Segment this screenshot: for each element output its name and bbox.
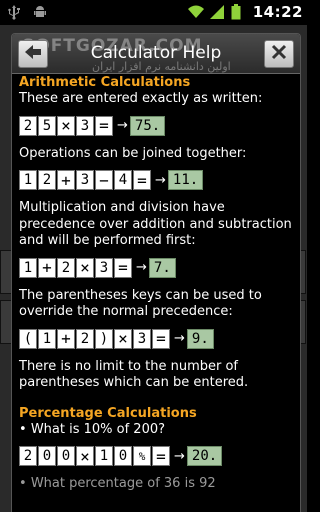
question-2-text: What percentage of 36 is 92	[30, 476, 216, 491]
example-4: ( 1 + 2 ) × 3 = → 9.	[19, 328, 299, 350]
key-glyph: 0	[57, 446, 75, 466]
usb-icon	[6, 4, 22, 20]
wifi-icon	[187, 4, 204, 20]
question-1-text: What is 10% of 200?	[30, 421, 166, 437]
key-glyph: 2	[19, 446, 37, 466]
signal-icon	[209, 4, 225, 20]
key-glyph: 1	[19, 257, 37, 278]
example-3: 1 + 2 × 3 = → 7.	[19, 257, 299, 279]
key-glyph: ×	[76, 446, 94, 466]
arrow-right-icon: →	[117, 118, 128, 133]
arithmetic-intro: These are entered exactly as written:	[19, 91, 263, 106]
result-display: 20.	[186, 446, 223, 466]
key-glyph: +	[57, 328, 75, 349]
bullet-icon: •	[19, 421, 27, 437]
result-display: 7.	[148, 257, 176, 278]
arrow-right-icon: →	[155, 172, 166, 188]
android-debug-icon	[32, 4, 48, 20]
key-glyph: =	[152, 446, 170, 466]
clock: 14:22	[252, 3, 303, 21]
help-content: Arithmetic Calculations These are entere…	[19, 75, 299, 493]
status-bar: 14:22	[0, 0, 307, 25]
key-glyph: =	[114, 257, 132, 278]
example-5: 2 0 0 × 1 0 % = → 20.	[19, 445, 299, 467]
precedence-text: Multiplication and division have precede…	[19, 200, 292, 248]
key-glyph: +	[38, 257, 56, 278]
key-glyph: =	[152, 328, 170, 349]
key-glyph: ×	[114, 328, 132, 349]
key-glyph: 3	[76, 115, 94, 136]
dialog-title: Calculator Help	[90, 43, 222, 63]
key-glyph: (	[19, 328, 37, 349]
arrow-right-icon: →	[136, 260, 147, 275]
key-glyph: 0	[38, 446, 56, 466]
key-glyph: 1	[19, 170, 37, 190]
help-dialog: SOFTGOZAR.COM اولین دانشنامه نرم افزار ا…	[11, 33, 301, 512]
result-display: 75.	[129, 115, 166, 136]
key-glyph: 3	[76, 170, 94, 190]
key-glyph: −	[95, 170, 113, 190]
parentheses-text: The parentheses keys can be used to over…	[19, 287, 262, 320]
dialog-header: SOFTGOZAR.COM اولین دانشنامه نرم افزار ا…	[12, 34, 300, 74]
key-glyph: 2	[57, 257, 75, 278]
key-glyph: +	[57, 170, 75, 190]
key-glyph: 4	[114, 170, 132, 190]
example-1: 2 5 × 3 = → 75.	[19, 115, 299, 137]
key-glyph: 3	[95, 257, 113, 278]
key-glyph: 1	[95, 446, 113, 466]
close-icon	[271, 44, 287, 64]
percentage-heading: Percentage Calculations	[19, 405, 197, 421]
key-glyph: 2	[38, 170, 56, 190]
key-glyph: =	[95, 115, 113, 136]
example-2: 1 2 + 3 − 4 = → 11.	[19, 169, 299, 191]
key-glyph: ×	[76, 257, 94, 278]
no-limit-text: There is no limit to the number of paren…	[19, 358, 249, 391]
arrow-right-icon: →	[174, 331, 185, 346]
key-glyph: 1	[38, 328, 56, 349]
result-display: 11.	[167, 170, 204, 190]
key-glyph: %	[133, 446, 151, 466]
key-glyph: =	[133, 170, 151, 190]
arrow-right-icon: →	[174, 448, 185, 464]
key-glyph: 2	[19, 115, 37, 136]
arithmetic-heading: Arithmetic Calculations	[19, 75, 191, 90]
key-glyph: 3	[133, 328, 151, 349]
key-glyph: )	[95, 328, 113, 349]
bullet-icon: •	[19, 476, 27, 491]
key-glyph: 2	[76, 328, 94, 349]
ops-joined-text: Operations can be joined together:	[19, 145, 247, 161]
battery-icon	[231, 4, 247, 20]
result-display: 9.	[186, 328, 214, 349]
key-glyph: 0	[114, 446, 132, 466]
key-glyph: ×	[57, 115, 75, 136]
close-button[interactable]	[264, 40, 294, 68]
question-1: • What is 10% of 200?	[19, 422, 299, 439]
question-2: • What percentage of 36 is 92	[19, 476, 299, 493]
key-glyph: 5	[38, 115, 56, 136]
